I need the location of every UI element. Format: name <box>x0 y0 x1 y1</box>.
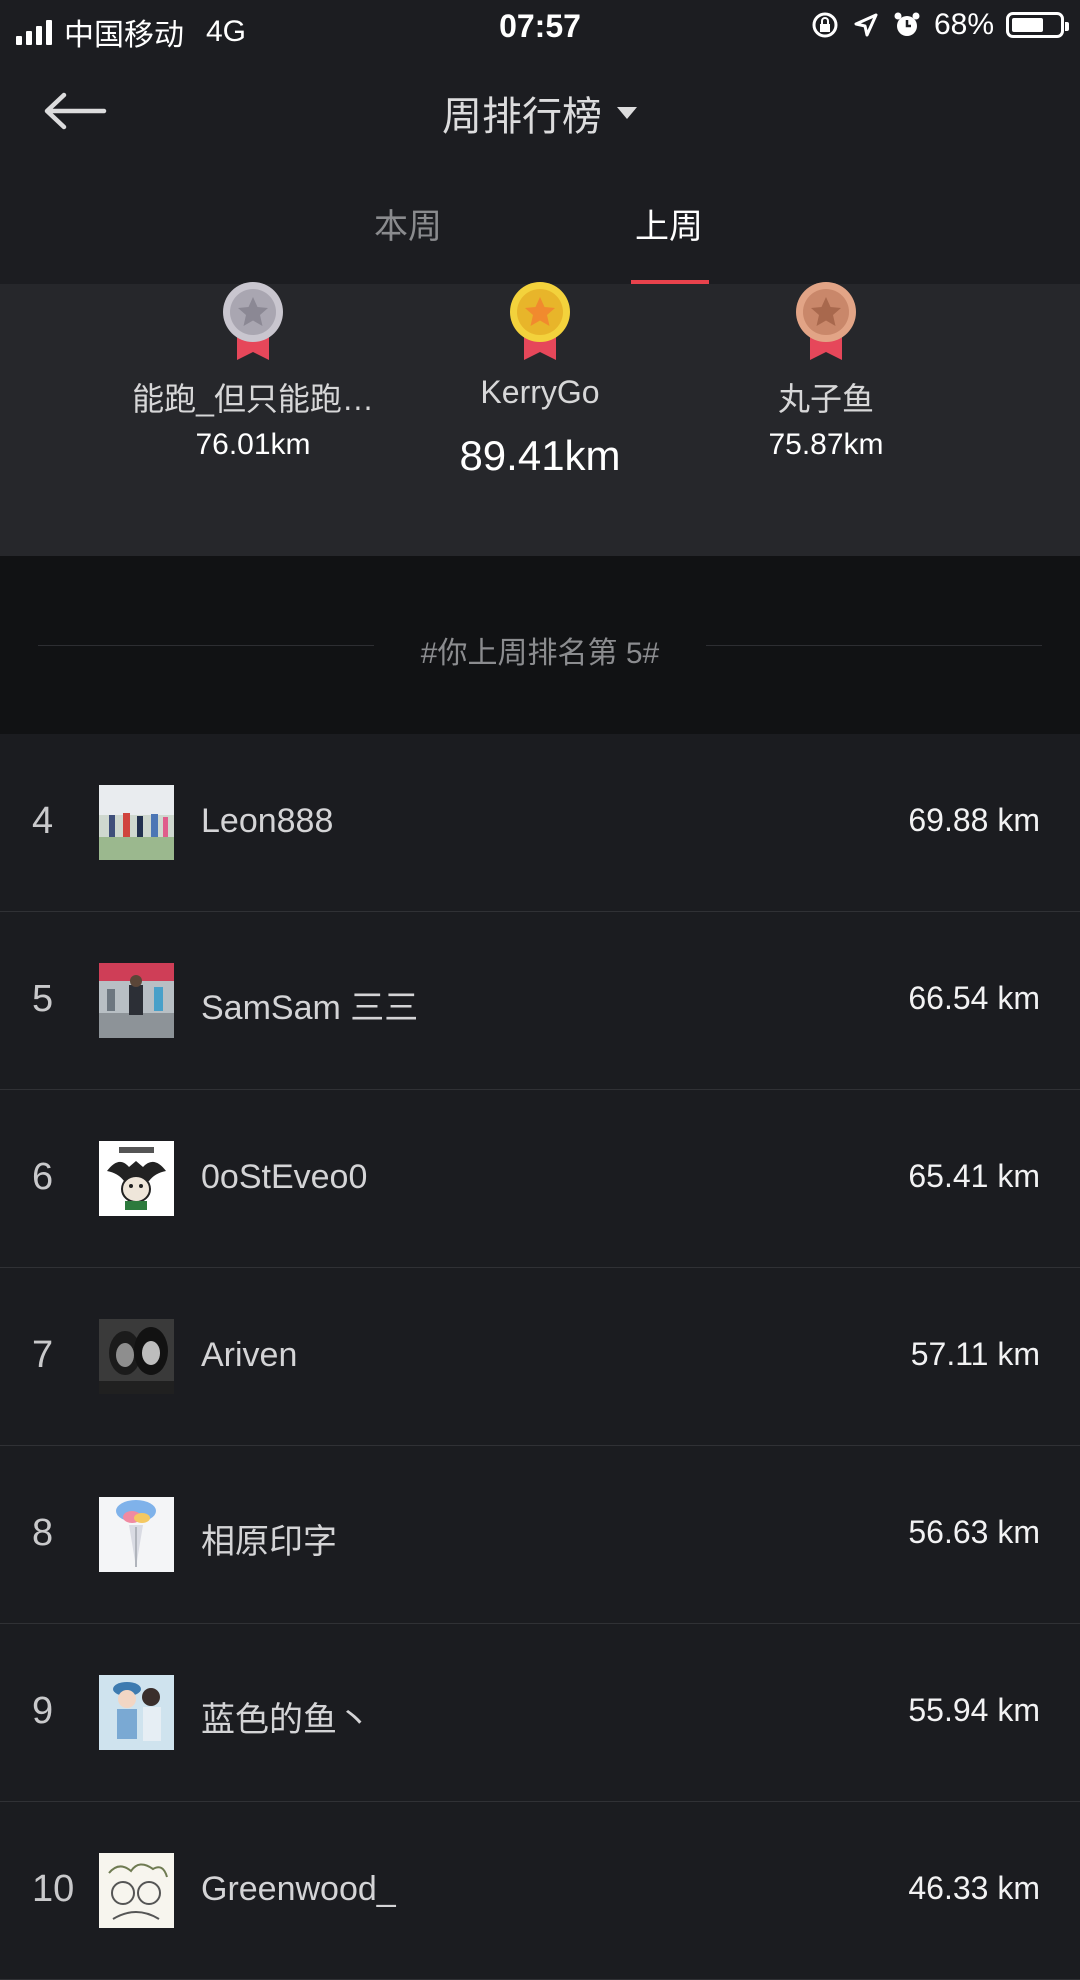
header: 周排行榜 本周 上周 <box>0 54 1080 284</box>
orientation-lock-icon <box>812 12 838 38</box>
location-icon <box>854 13 878 37</box>
runner-photo-avatar[interactable] <box>99 963 174 1038</box>
tab-bar: 本周 上周 <box>0 199 1080 284</box>
race-photo-avatar[interactable] <box>99 785 174 860</box>
podium-distance: 89.41km <box>459 432 621 479</box>
ranking-row[interactable]: 6 0oStEveo0 65.41 km <box>0 1090 1080 1268</box>
tab-last-week[interactable]: 上周 <box>589 199 749 248</box>
my-rank-banner: #你上周排名第 5# <box>0 556 1080 734</box>
podium-distance: 75.87km <box>768 428 884 461</box>
bronze-medal-icon <box>796 282 856 360</box>
distance: 56.63 km <box>908 1514 1040 1550</box>
distance: 69.88 km <box>908 802 1040 838</box>
ranking-row[interactable]: 7 Ariven 57.11 km <box>0 1268 1080 1446</box>
cartoon-avatar[interactable] <box>99 1141 174 1216</box>
divider <box>706 645 1042 646</box>
ranking-row[interactable]: 9 蓝色的鱼丶 55.94 km <box>0 1624 1080 1802</box>
podium-distance: 76.01km <box>195 428 311 461</box>
ranking-row[interactable]: 4 Leon888 69.88 km <box>0 734 1080 912</box>
rank-number: 4 <box>32 800 54 842</box>
caret-down-icon <box>617 107 637 119</box>
user-name: SamSam 三三 <box>201 989 419 1027</box>
rank-number: 5 <box>32 978 54 1020</box>
user-name: Leon888 <box>201 802 334 840</box>
user-name: Ariven <box>201 1336 298 1374</box>
balloon-avatar[interactable] <box>99 1497 174 1572</box>
distance: 57.11 km <box>910 1336 1040 1372</box>
user-name: 相原印字 <box>201 1523 337 1561</box>
alarm-icon <box>894 12 920 36</box>
girl-photo-avatar[interactable] <box>99 1675 174 1750</box>
user-name: Greenwood_ <box>201 1870 396 1908</box>
podium-name: 丸子鱼 <box>777 381 874 417</box>
distance: 65.41 km <box>908 1158 1040 1194</box>
battery-percent: 68% <box>933 8 994 41</box>
page-title: 周排行榜 <box>442 95 602 139</box>
ranking-row[interactable]: 10 Greenwood_ 46.33 km <box>0 1802 1080 1980</box>
title-dropdown[interactable]: 周排行榜 <box>442 84 638 142</box>
rank-number: 6 <box>32 1156 54 1198</box>
podium: 能跑_但只能跑… 76.01km KerryGo 89.41km 丸子鱼 75.… <box>0 282 1080 556</box>
ranking-row[interactable]: 8 相原印字 56.63 km <box>0 1446 1080 1624</box>
rank-number: 7 <box>32 1334 54 1376</box>
user-name: 0oStEveo0 <box>201 1158 368 1196</box>
silver-medal-icon <box>223 282 283 360</box>
rank-number: 9 <box>32 1690 54 1732</box>
rank-number: 8 <box>32 1512 54 1554</box>
user-name: 蓝色的鱼丶 <box>201 1701 371 1739</box>
my-rank-text: #你上周排名第 5# <box>420 637 660 670</box>
podium-name: KerryGo <box>480 374 600 410</box>
distance: 46.33 km <box>908 1870 1040 1906</box>
ranking-list: 4 Leon888 69.88 km 5 SamSam 三三 66.54 km … <box>0 734 1080 1980</box>
ranking-row[interactable]: 5 SamSam 三三 66.54 km <box>0 912 1080 1090</box>
bw-portrait-avatar[interactable] <box>99 1319 174 1394</box>
tab-this-week[interactable]: 本周 <box>328 199 488 248</box>
sketch-avatar[interactable] <box>99 1853 174 1928</box>
distance: 55.94 km <box>908 1692 1040 1728</box>
distance: 66.54 km <box>908 980 1040 1016</box>
gold-medal-icon <box>510 282 570 360</box>
podium-name: 能跑_但只能跑… <box>132 381 374 417</box>
status-bar: 中国移动 4G 07:57 68% <box>0 0 1080 54</box>
rank-number: 10 <box>32 1868 75 1910</box>
battery-icon <box>1006 12 1069 38</box>
